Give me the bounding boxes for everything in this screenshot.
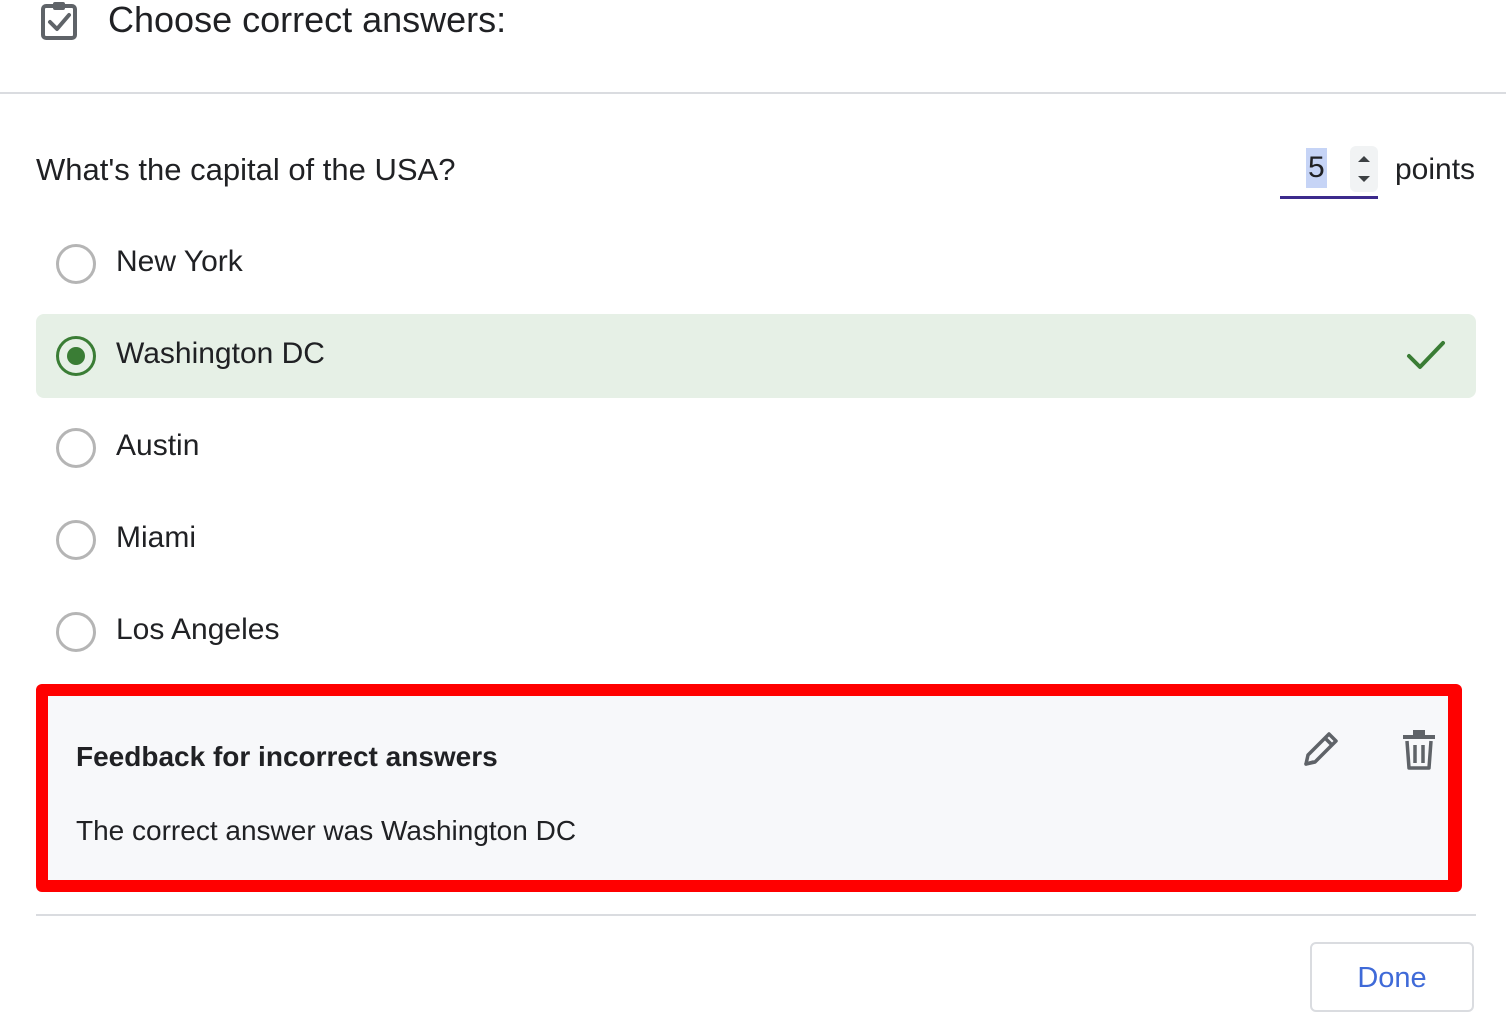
done-button[interactable]: Done [1310,942,1474,1012]
question-text: What's the capital of the USA? [36,152,456,187]
answer-option[interactable]: New York [36,222,1476,306]
answer-label: Los Angeles [116,613,280,646]
checkbox-clipboard-icon [41,2,77,40]
points-label: points [1395,153,1476,186]
divider [36,914,1476,916]
feedback-title: Feedback for incorrect answers [76,741,498,772]
answer-option[interactable]: Los Angeles [36,590,1476,674]
radio-button[interactable] [56,520,96,560]
answer-label: Washington DC [116,337,325,370]
points-stepper[interactable] [1350,146,1378,192]
answer-label: Miami [116,521,196,554]
trash-icon[interactable] [1400,728,1438,770]
radio-button-selected[interactable] [56,336,96,376]
points-value[interactable]: 5 [1306,148,1327,188]
feedback-card: Feedback for incorrect answers The corre… [48,696,1448,880]
pencil-icon[interactable] [1300,728,1342,770]
feedback-highlight: Feedback for incorrect answers The corre… [36,684,1462,892]
chevron-up-icon[interactable] [1358,156,1370,162]
answer-label: New York [116,245,243,278]
chevron-down-icon[interactable] [1358,176,1370,182]
answer-option[interactable]: Austin [36,406,1476,490]
answer-option[interactable]: Miami [36,498,1476,582]
checkmark-icon [1407,341,1445,369]
radio-button[interactable] [56,428,96,468]
answer-label: Austin [116,429,200,462]
header: Choose correct answers: [0,0,1506,94]
radio-button[interactable] [56,244,96,284]
radio-button[interactable] [56,612,96,652]
answer-option-correct[interactable]: Washington DC [36,314,1476,398]
page-title: Choose correct answers: [108,0,507,40]
points-input[interactable]: 5 [1280,144,1378,199]
feedback-text: The correct answer was Washington DC [76,815,577,846]
